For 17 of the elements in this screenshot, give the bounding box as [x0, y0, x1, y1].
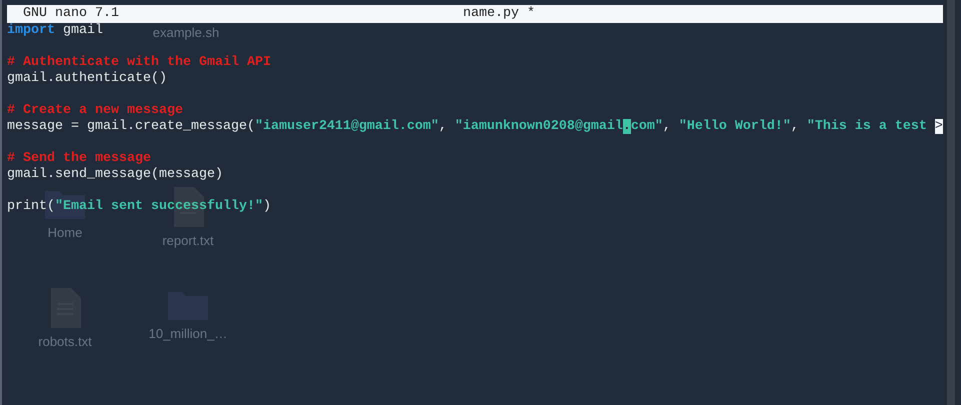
code-line: gmail.send_message(message) — [7, 167, 223, 183]
scrollbar[interactable] — [947, 0, 955, 405]
icon-label[interactable]: report.txt — [162, 233, 214, 248]
code-line: import gmail — [7, 23, 103, 39]
code-line: # Send the message — [7, 151, 151, 167]
file-name: name.py * — [463, 5, 535, 23]
icon-label[interactable]: example.sh — [152, 25, 220, 40]
icon-label[interactable]: robots.txt — [38, 334, 92, 349]
icon-label[interactable]: Home — [48, 225, 82, 240]
code-line: # Create a new message — [7, 103, 183, 119]
code-line: message = gmail.create_message("iamuser2411@gmail.com", "iamunknown0208@gmail.com", "Hello World!", "This is a test > — [7, 119, 943, 135]
code-line: # Authenticate with the Gmail API — [7, 55, 271, 71]
icon-label[interactable]: 10_million_… — [148, 326, 228, 341]
code-line: gmail.authenticate() — [7, 71, 167, 87]
file-icon — [49, 288, 81, 328]
app-title: GNU nano 7.1 — [23, 5, 119, 23]
code-line: print("Email sent successfully!") — [7, 199, 271, 215]
